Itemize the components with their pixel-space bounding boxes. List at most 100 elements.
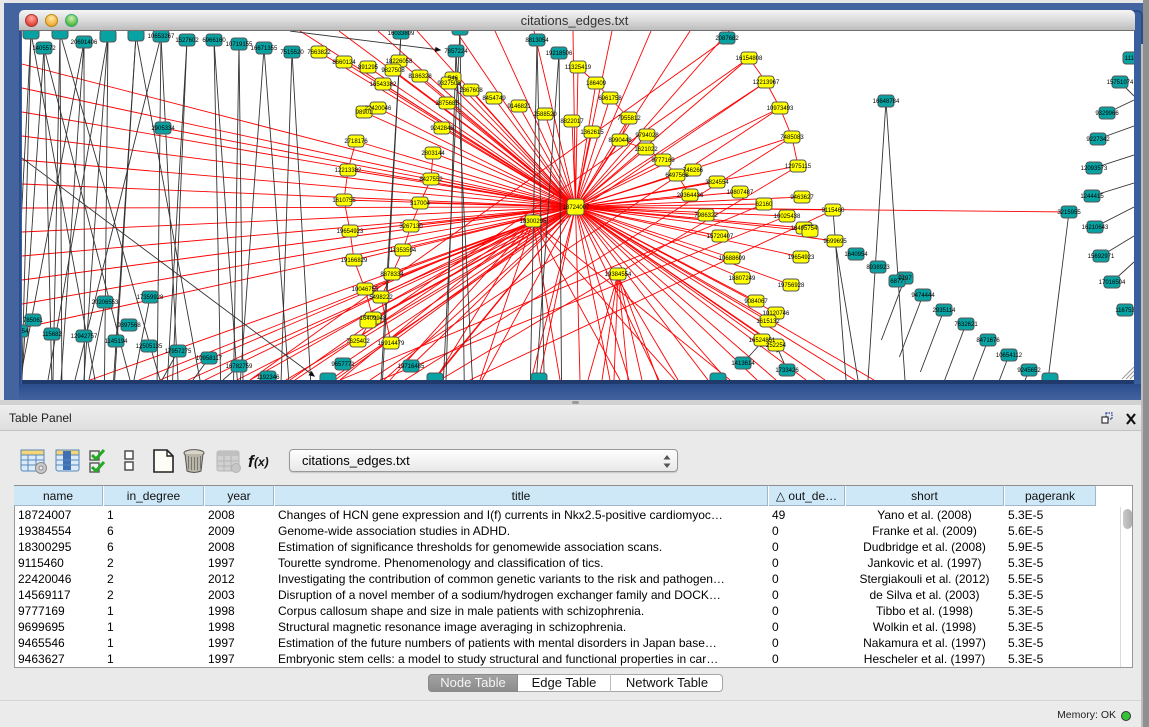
svg-text:11325419: 11325419: [565, 65, 592, 71]
svg-text:7515520: 7515520: [280, 50, 304, 56]
svg-text:17359928: 17359928: [137, 295, 164, 301]
svg-text:18300295: 18300295: [520, 219, 547, 225]
svg-text:16782759: 16782759: [226, 364, 253, 370]
svg-text:16210643: 16210643: [1082, 225, 1109, 231]
svg-text:10688609: 10688609: [719, 256, 746, 262]
svg-text:15720407: 15720407: [707, 234, 734, 240]
svg-text:9327508: 9327508: [437, 81, 461, 87]
svg-text:12975115: 12975115: [785, 164, 812, 170]
svg-text:1112: 1112: [1125, 56, 1134, 62]
svg-text:1405572: 1405572: [32, 46, 56, 52]
svg-text:8813054: 8813054: [525, 38, 549, 44]
svg-text:8660124: 8660124: [332, 60, 356, 66]
svg-text:8990448: 8990448: [608, 138, 632, 144]
svg-text:9146821: 9146821: [507, 104, 531, 110]
svg-text:9463627: 9463627: [790, 195, 814, 201]
svg-text:16154808: 16154808: [736, 56, 763, 62]
svg-text:2588520: 2588520: [533, 112, 557, 118]
svg-text:15751074: 15751074: [1107, 80, 1134, 86]
svg-text:9329966: 9329966: [1095, 111, 1119, 117]
svg-text:12213967: 12213967: [753, 80, 780, 86]
svg-text:10046755: 10046755: [352, 287, 379, 293]
svg-text:19654923: 19654923: [788, 255, 815, 261]
svg-text:1145194: 1145194: [105, 339, 129, 345]
svg-text:11353594: 11353594: [390, 248, 417, 254]
svg-text:12093573: 12093573: [1081, 166, 1108, 172]
svg-text:2867608: 2867608: [459, 88, 483, 94]
svg-text:1610755: 1610755: [332, 198, 356, 204]
svg-text:317004: 317004: [410, 201, 431, 207]
svg-text:16671355: 16671355: [251, 46, 278, 52]
svg-text:1527602: 1527602: [175, 38, 199, 44]
svg-text:12942757: 12942757: [71, 334, 98, 340]
svg-text:1615132: 1615132: [756, 319, 780, 325]
svg-text:8427552: 8427552: [419, 177, 443, 183]
svg-text:9794028: 9794028: [635, 133, 659, 139]
svg-text:9777169: 9777169: [651, 158, 675, 164]
svg-text:10807487: 10807487: [727, 190, 754, 196]
svg-text:746266: 746266: [683, 168, 704, 174]
svg-text:16409948: 16409948: [360, 316, 387, 322]
svg-text:1362615: 1362615: [580, 130, 604, 136]
svg-text:18495754: 18495754: [791, 226, 818, 232]
svg-text:9242848: 9242848: [430, 126, 454, 132]
svg-text:98901: 98901: [356, 110, 373, 116]
svg-text:2803144: 2803144: [421, 151, 445, 157]
svg-text:186409: 186409: [586, 81, 607, 87]
svg-text:7857224: 7857224: [444, 49, 468, 55]
svg-text:2087682: 2087682: [715, 36, 739, 42]
svg-text:116753: 116753: [1115, 308, 1134, 314]
svg-text:785061: 785061: [23, 318, 44, 324]
svg-text:1640954: 1640954: [844, 252, 868, 258]
svg-text:3215955: 3215955: [1057, 210, 1081, 216]
svg-text:39154: 39154: [22, 329, 29, 335]
svg-text:5498222: 5498222: [369, 295, 393, 301]
svg-text:9699695: 9699695: [823, 239, 847, 245]
svg-text:1413614: 1413614: [731, 361, 755, 367]
svg-text:9115460: 9115460: [822, 208, 846, 214]
svg-text:2935114: 2935114: [933, 308, 957, 314]
svg-text:2718176: 2718176: [344, 139, 368, 145]
svg-text:(x): (x): [254, 455, 269, 469]
svg-text:7625402: 7625402: [346, 339, 370, 345]
svg-text:8878334: 8878334: [380, 272, 404, 278]
svg-text:19716485: 19716485: [398, 364, 425, 370]
svg-text:18724007: 18724007: [563, 205, 590, 211]
svg-text:7663822: 7663822: [307, 50, 331, 56]
svg-text:8471676: 8471676: [976, 338, 1000, 344]
svg-text:10120746: 10120746: [763, 311, 790, 317]
svg-text:891295: 891295: [358, 65, 379, 71]
svg-text:7955812: 7955812: [617, 116, 641, 122]
svg-text:7632621: 7632621: [954, 322, 978, 328]
svg-text:16914479: 16914479: [378, 341, 405, 347]
svg-text:8822017: 8822017: [560, 119, 584, 125]
svg-text:62160: 62160: [756, 202, 773, 208]
svg-text:9397568: 9397568: [117, 323, 141, 329]
svg-text:6877: 6877: [890, 279, 904, 285]
svg-text:10025438: 10025438: [774, 214, 801, 220]
svg-text:1244415: 1244415: [1080, 194, 1104, 200]
svg-text:10653267: 10653267: [148, 34, 175, 40]
svg-text:12505135: 12505135: [136, 344, 163, 350]
svg-text:6961758: 6961758: [598, 96, 622, 102]
svg-text:19166829: 19166829: [341, 258, 368, 264]
svg-text:19654923: 19654923: [337, 229, 364, 235]
svg-text:10719155: 10719155: [226, 42, 253, 48]
svg-text:9227342: 9227342: [1086, 137, 1110, 143]
svg-text:9474444: 9474444: [911, 293, 935, 299]
svg-text:3267130: 3267130: [399, 224, 423, 230]
svg-text:9084067: 9084067: [744, 299, 768, 305]
svg-text:16648784: 16648784: [873, 99, 900, 105]
svg-text:252254: 252254: [766, 343, 787, 349]
svg-text:8186328: 8186328: [408, 74, 432, 80]
svg-text:3824554: 3824554: [705, 180, 729, 186]
svg-text:20206553: 20206553: [92, 300, 119, 306]
svg-text:12213382: 12213382: [335, 168, 362, 174]
svg-text:17957275: 17957275: [165, 349, 192, 355]
svg-text:2905334: 2905334: [151, 126, 175, 132]
svg-text:10654112: 10654112: [996, 353, 1023, 359]
svg-text:8454749: 8454749: [482, 96, 506, 102]
svg-text:115682: 115682: [42, 332, 62, 338]
svg-text:18807249: 18807249: [729, 276, 756, 282]
svg-text:20364436: 20364436: [677, 193, 704, 199]
